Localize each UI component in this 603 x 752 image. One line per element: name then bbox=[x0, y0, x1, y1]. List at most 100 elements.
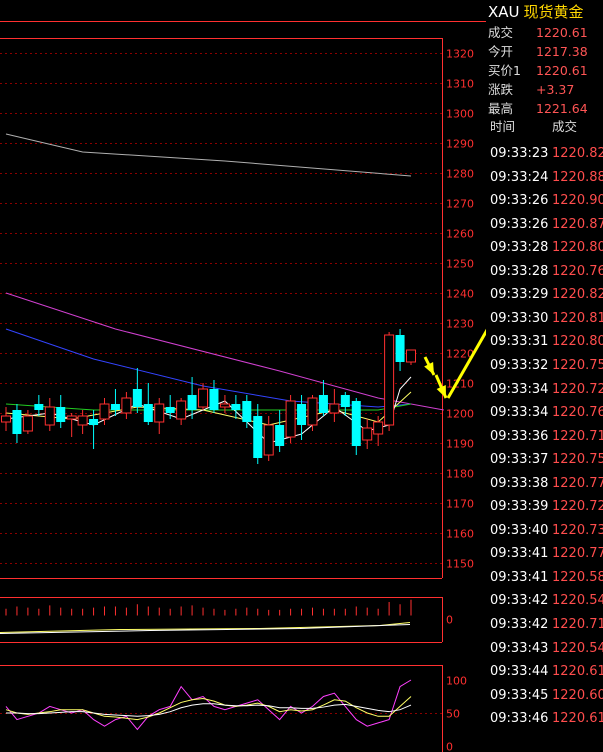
trade-price: 1220.61 bbox=[552, 711, 603, 727]
quote-row: 买价1 1220.61 bbox=[488, 61, 601, 80]
price-tick-label: 1150 bbox=[446, 558, 474, 571]
oscillator-line bbox=[5, 696, 412, 721]
trade-price: 1220.60 bbox=[552, 687, 603, 703]
candle-body bbox=[143, 404, 153, 422]
trade-price: 1220.72 bbox=[552, 381, 603, 397]
trade-time: 09:33:34 bbox=[490, 405, 549, 421]
candle-body bbox=[165, 407, 175, 413]
trade-price: 1220.80 bbox=[552, 240, 603, 256]
moving-average-line bbox=[5, 133, 412, 177]
trade-price: 1220.81 bbox=[552, 310, 603, 326]
quote-panel: XAU 现货黄金 成交 1220.61 今开 1217.38 买价1 1220.6… bbox=[486, 0, 603, 752]
candle-body bbox=[99, 403, 110, 420]
candle-body bbox=[34, 404, 44, 410]
trade-row: 09:33:41 1220.58 bbox=[490, 566, 603, 589]
trade-price: 1220.71 bbox=[552, 428, 603, 444]
price-tick-label: 1160 bbox=[446, 528, 474, 541]
trade-row: 09:33:30 1220.81 bbox=[490, 307, 603, 330]
trade-price: 1220.75 bbox=[552, 357, 603, 373]
trade-price: 1220.54 bbox=[552, 593, 603, 609]
price-tick-label: 1300 bbox=[446, 108, 474, 121]
trade-time: 09:33:40 bbox=[490, 522, 549, 538]
candle-body bbox=[340, 395, 350, 407]
candle-body bbox=[351, 401, 361, 446]
trade-row: 09:33:37 1220.75 bbox=[490, 448, 603, 471]
candle-body bbox=[231, 404, 241, 410]
trade-row: 09:33:28 1220.80 bbox=[490, 236, 603, 259]
candle-body bbox=[187, 395, 197, 410]
trade-time: 09:33:28 bbox=[490, 240, 549, 256]
candle-body bbox=[132, 389, 142, 407]
trade-time: 09:33:39 bbox=[490, 499, 549, 515]
price-tick-label: 1230 bbox=[446, 318, 474, 331]
quote-label: 成交 bbox=[488, 25, 514, 40]
trade-time: 09:33:26 bbox=[490, 216, 549, 232]
trade-row: 09:33:46 1220.61 bbox=[490, 707, 603, 730]
price-tick-label: 1260 bbox=[446, 228, 474, 241]
candle-body bbox=[253, 416, 263, 458]
trade-price: 1220.90 bbox=[552, 193, 603, 209]
candle-body bbox=[297, 404, 307, 425]
trade-row: 09:33:45 1220.60 bbox=[490, 684, 603, 707]
trade-row: 09:33:44 1220.61 bbox=[490, 660, 603, 683]
candle-body bbox=[362, 427, 373, 441]
trade-row: 09:33:29 1220.82 bbox=[490, 283, 603, 306]
candle-body bbox=[56, 407, 66, 422]
quote-row: 成交 1220.61 bbox=[488, 23, 601, 42]
price-tick-label: 1240 bbox=[446, 288, 474, 301]
trade-time: 09:33:32 bbox=[490, 357, 549, 373]
candle-body bbox=[395, 335, 405, 362]
trade-time: 09:33:24 bbox=[490, 169, 549, 185]
trade-price: 1220.54 bbox=[552, 640, 603, 656]
price-tick-label: 1290 bbox=[446, 138, 474, 151]
trade-time: 09:33:41 bbox=[490, 546, 549, 562]
price-column-header: 成交 bbox=[552, 119, 578, 134]
chart-area[interactable]: 1320 1310 1300 1290 1280 1270 1260 1250 1240 1230… bbox=[0, 0, 486, 752]
trade-time: 09:33:29 bbox=[490, 287, 549, 303]
trade-price: 1220.82 bbox=[552, 146, 603, 161]
trade-price: 1220.77 bbox=[552, 546, 603, 562]
candle-body bbox=[263, 424, 274, 456]
quote-row: 涨跌 +3.37 bbox=[488, 80, 601, 99]
trade-price: 1220.72 bbox=[552, 499, 603, 515]
quote-label: 涨跌 bbox=[488, 82, 514, 97]
candle-body bbox=[198, 388, 209, 408]
instrument-header: XAU 现货黄金 bbox=[488, 1, 584, 22]
candle-body bbox=[209, 389, 219, 410]
price-tick-label: 1310 bbox=[446, 78, 474, 91]
price-tick-label: 1320 bbox=[446, 48, 474, 61]
price-tick-label: 1280 bbox=[446, 168, 474, 181]
trade-row: 09:33:36 1220.71 bbox=[490, 425, 603, 448]
trade-time: 09:33:34 bbox=[490, 381, 549, 397]
trade-price: 1220.76 bbox=[552, 405, 603, 421]
trade-row: 09:33:26 1220.90 bbox=[490, 189, 603, 212]
trade-price: 1220.58 bbox=[552, 569, 603, 585]
trade-row: 09:33:24 1220.88 bbox=[490, 166, 603, 189]
trade-time: 09:33:44 bbox=[490, 664, 549, 680]
trade-time: 09:33:37 bbox=[490, 452, 549, 468]
candle-body bbox=[219, 403, 230, 408]
trade-price: 1220.71 bbox=[552, 617, 603, 632]
trade-row: 09:33:23 1220.82 bbox=[490, 142, 603, 165]
candle-body bbox=[12, 410, 22, 434]
candle-body bbox=[121, 397, 132, 414]
candle-body bbox=[154, 403, 165, 423]
price-tick-label: 1270 bbox=[446, 198, 474, 211]
volume-ma-line bbox=[0, 622, 411, 633]
oscillator-tick-label: 50 bbox=[446, 708, 460, 721]
candle-body bbox=[384, 334, 395, 426]
volume-tick-label: 0 bbox=[446, 614, 453, 627]
quote-value: 1217.38 bbox=[536, 44, 588, 59]
candle-body bbox=[176, 400, 187, 420]
candle-body bbox=[66, 415, 77, 420]
trade-time: 09:33:46 bbox=[490, 711, 549, 727]
trade-time: 09:33:41 bbox=[490, 569, 549, 585]
trade-time: 09:33:43 bbox=[490, 640, 549, 656]
trade-price: 1220.87 bbox=[552, 216, 603, 232]
trade-row: 09:33:34 1220.72 bbox=[490, 378, 603, 401]
trade-row: 09:33:42 1220.54 bbox=[490, 589, 603, 612]
trade-row: 09:33:39 1220.72 bbox=[490, 495, 603, 518]
trade-time: 09:33:28 bbox=[490, 263, 549, 279]
price-tick-label: 1180 bbox=[446, 468, 474, 481]
candle-body bbox=[373, 421, 384, 435]
